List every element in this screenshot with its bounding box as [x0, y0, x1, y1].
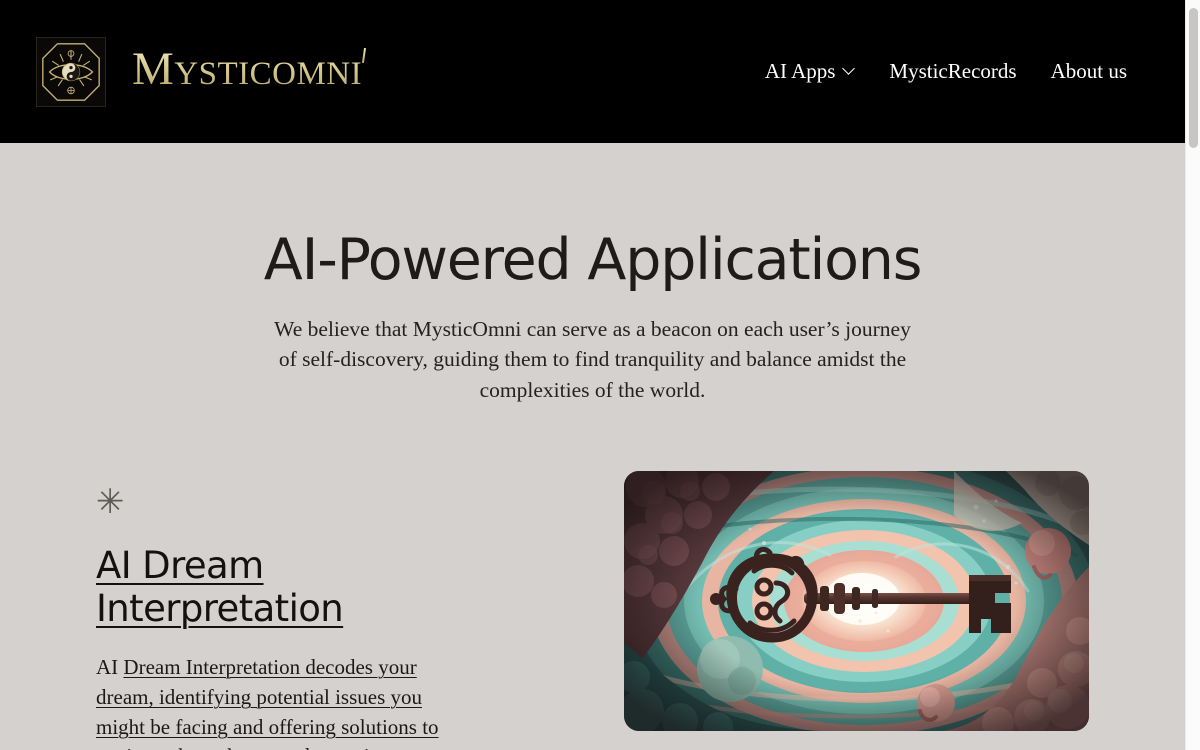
page-title: AI-Powered Applications	[263, 227, 923, 293]
hero-section: AI-Powered Applications We believe that …	[0, 143, 1185, 405]
chevron-down-icon[interactable]	[844, 63, 855, 74]
feature-section: ✳ AI Dream Interpretation AI Dream Inter…	[0, 405, 1185, 750]
feature-description-link[interactable]: Dream Interpretation decodes your dream,…	[96, 655, 439, 750]
main-navigation: AI Apps MysticRecords About us	[765, 59, 1149, 84]
nav-item-mysticrecords[interactable]: MysticRecords	[889, 59, 1016, 84]
feature-title-link[interactable]: AI Dream Interpretation	[96, 544, 470, 631]
scrollbar-thumb[interactable]	[1189, 8, 1198, 148]
nav-item-mysticrecords-label: MysticRecords	[889, 59, 1017, 83]
nav-item-ai-apps[interactable]: AI Apps	[765, 59, 856, 84]
feature-image-figure	[624, 471, 1089, 731]
brand-wordmark: Mysticomni	[132, 43, 363, 95]
page-scrollbar[interactable]	[1185, 0, 1200, 750]
nav-item-ai-apps-label: AI Apps	[764, 59, 836, 83]
nav-item-about-us-label: About us	[1050, 59, 1127, 83]
eye-yin-yang-octagon-icon	[36, 36, 106, 107]
asterisk-sparkle-icon: ✳	[96, 482, 125, 523]
dream-vortex-artwork[interactable]	[624, 471, 1089, 731]
feature-description: AI Dream Interpretation decodes your dre…	[96, 653, 476, 750]
brand-home-link[interactable]: Mysticomni	[36, 36, 363, 107]
feature-description-prefix: AI	[96, 655, 124, 680]
nav-item-about-us[interactable]: About us	[1051, 59, 1127, 84]
hero-subtitle: We believe that MysticOmni can serve as …	[274, 316, 911, 402]
site-header: Mysticomni AI Apps MysticRecords About u…	[0, 0, 1185, 143]
feature-text-column: ✳ AI Dream Interpretation AI Dream Inter…	[0, 477, 470, 750]
page-root: Mysticomni AI Apps MysticRecords About u…	[0, 0, 1185, 750]
